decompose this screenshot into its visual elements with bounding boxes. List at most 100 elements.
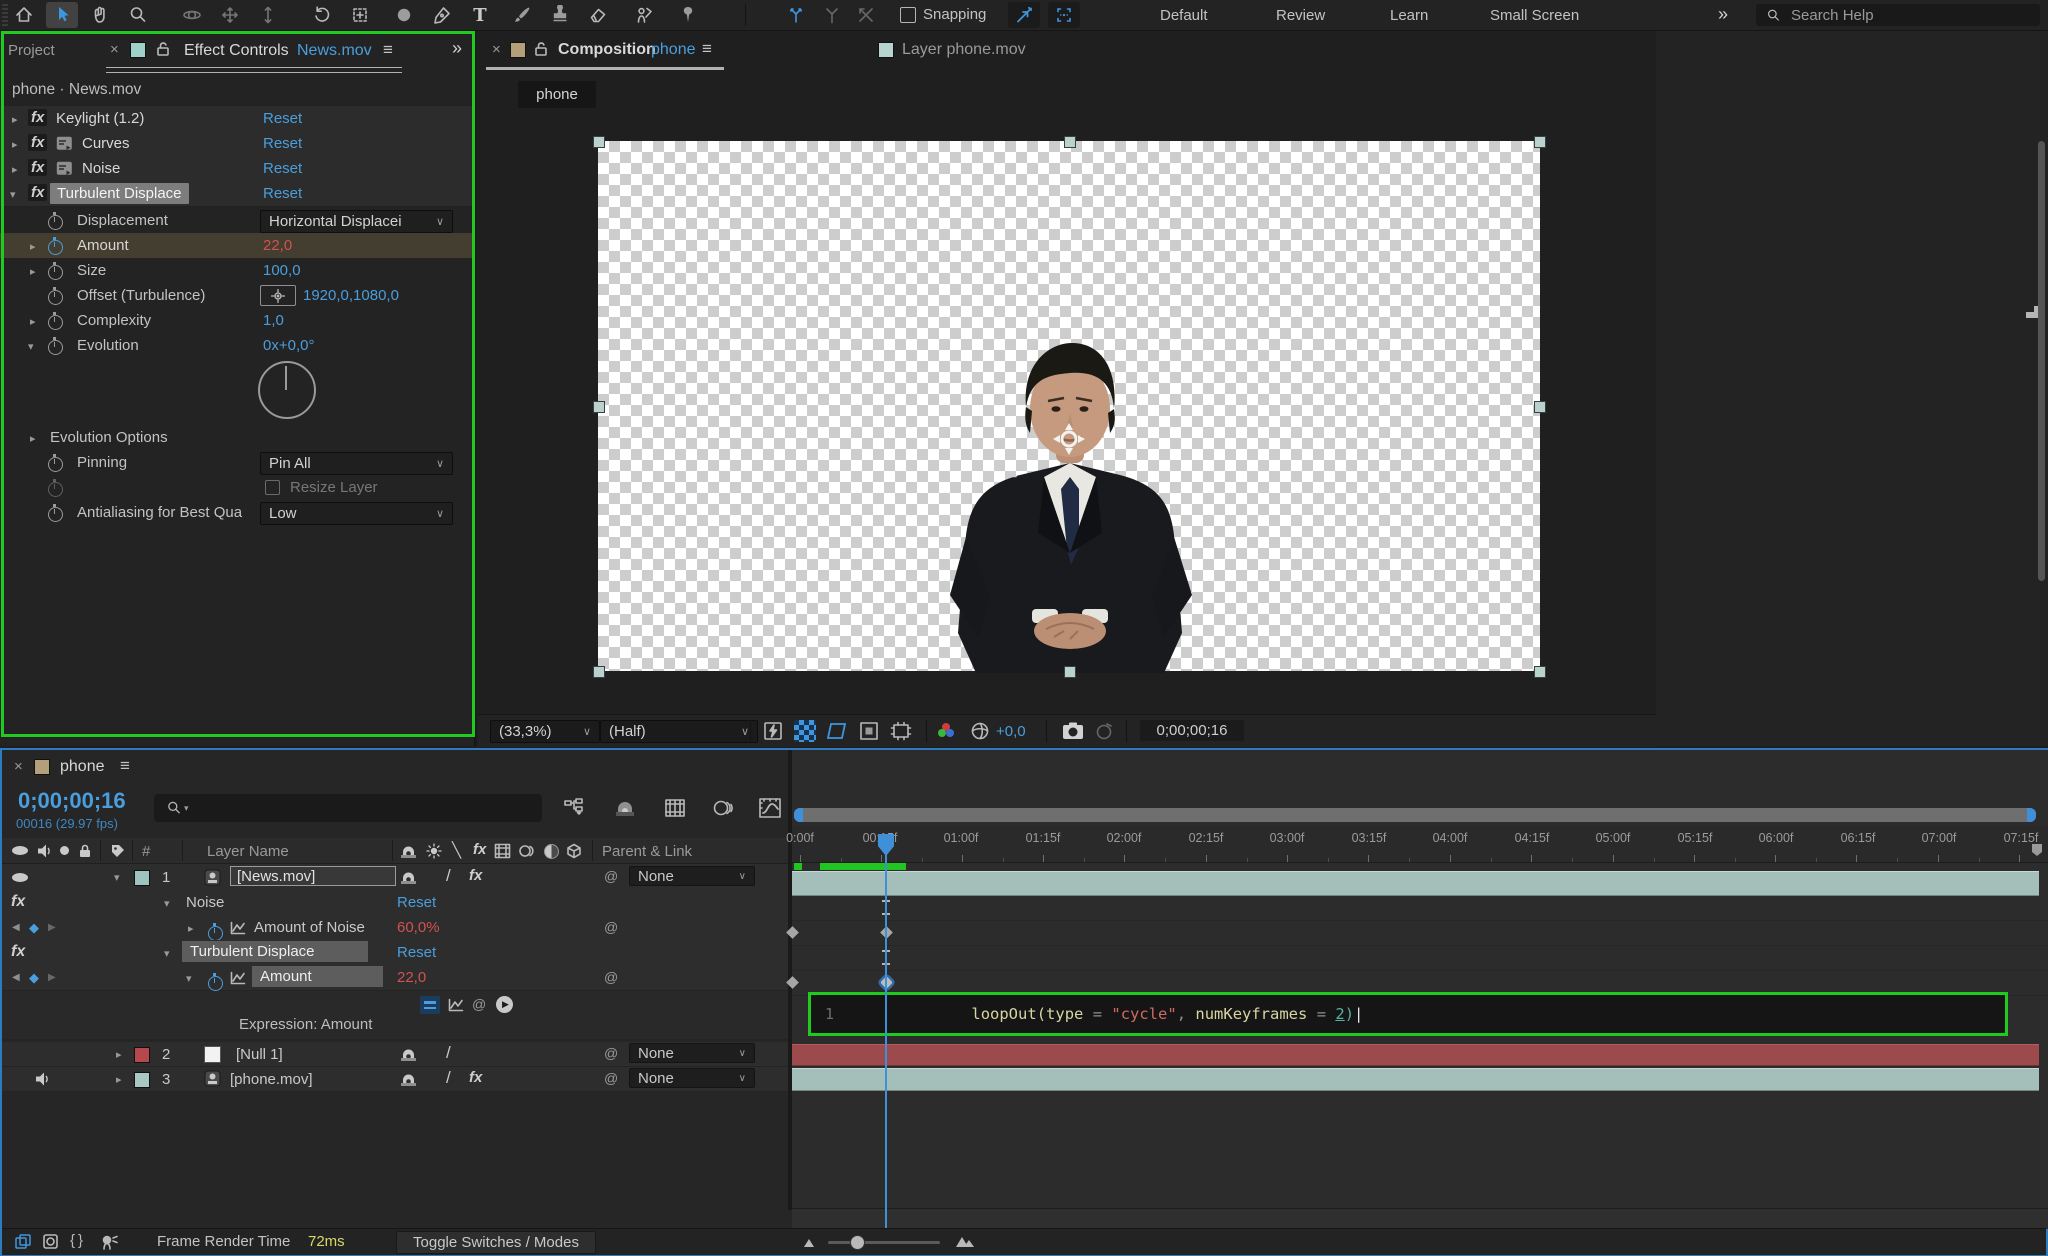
tab-project[interactable]: Project: [8, 42, 55, 59]
layer-bar-null[interactable]: [792, 1044, 2039, 1066]
comp-marker-bin-icon[interactable]: [2030, 842, 2044, 858]
evolution-value[interactable]: 0x+0,0°: [263, 337, 314, 354]
keyframe-at-time-icon[interactable]: ◆: [29, 970, 39, 986]
stopwatch-icon[interactable]: [48, 337, 63, 355]
unlock-icon[interactable]: [534, 41, 548, 57]
effect-collapse-chevron-icon[interactable]: ▾: [164, 897, 170, 910]
tab-composition-label[interactable]: Composition: [558, 41, 656, 59]
layer-row-news[interactable]: ▾ 1 [News.mov] / fx @ None ∨: [2, 864, 788, 891]
audio-column-speaker-icon[interactable]: [36, 843, 52, 859]
stopwatch-icon[interactable]: [48, 504, 63, 522]
time-ruler[interactable]: 0:00f 00:15f 01:00f 01:15f 02:00f 02:15f…: [786, 826, 2048, 863]
channel-rgb-icon[interactable]: [938, 723, 960, 741]
label-column-tag-icon[interactable]: [110, 843, 126, 859]
work-area-end-handle[interactable]: [2027, 808, 2036, 822]
viewer-menu-icon[interactable]: ≡: [702, 39, 712, 59]
workspace-small-screen[interactable]: Small Screen: [1490, 7, 1579, 24]
fx-badge-icon[interactable]: fx: [28, 134, 48, 151]
layer-bar-phone[interactable]: [792, 1068, 2039, 1091]
layer-visibility-eye-icon[interactable]: [12, 873, 28, 882]
effect-collapse-chevron-icon[interactable]: ▾: [164, 947, 170, 960]
graph-editor-icon[interactable]: [758, 797, 782, 819]
evolution-dial[interactable]: [258, 361, 316, 419]
selection-handle[interactable]: [1534, 401, 1546, 413]
anchor-point-icon[interactable]: [1051, 421, 1087, 457]
offset-target-button[interactable]: [260, 285, 296, 306]
mask-visibility-icon[interactable]: [826, 720, 848, 742]
collapse-switch-icon[interactable]: ╲: [452, 841, 461, 859]
home-tool[interactable]: [8, 2, 40, 28]
video-column-eye-icon[interactable]: [12, 846, 28, 855]
timeline-tab-label[interactable]: phone: [60, 758, 105, 776]
toggle-transfer-controls-icon[interactable]: [42, 1233, 60, 1251]
snap-to-feature-button[interactable]: [1008, 2, 1040, 28]
fx-badge-icon[interactable]: fx: [28, 184, 48, 201]
dolly-camera-tool[interactable]: [252, 2, 284, 28]
comp-mini-flowchart-icon[interactable]: [564, 798, 586, 818]
zoom-tool[interactable]: [122, 2, 154, 28]
work-area-start-handle[interactable]: [794, 808, 803, 822]
region-of-interest-icon[interactable]: [858, 720, 880, 742]
expand-chevron-icon[interactable]: ▸: [12, 138, 18, 151]
selection-tool[interactable]: [46, 2, 78, 28]
stopwatch-icon[interactable]: [48, 262, 63, 280]
solo-column-icon[interactable]: [60, 846, 69, 855]
parent-pickwhip-icon[interactable]: @: [604, 1045, 618, 1061]
guides-grid-icon[interactable]: [890, 720, 912, 742]
parent-dropdown[interactable]: None ∨: [629, 1043, 755, 1063]
zoom-out-mountain-icon[interactable]: [802, 1237, 816, 1249]
tab-composition-target[interactable]: phone: [651, 41, 696, 59]
layer-name-editing-box[interactable]: [News.mov]: [230, 866, 396, 886]
composition-breadcrumb[interactable]: phone: [518, 81, 596, 108]
zoom-in-mountains-icon[interactable]: [954, 1235, 976, 1249]
pen-tool[interactable]: [426, 2, 458, 28]
viewer-tab-close-icon[interactable]: ×: [492, 41, 501, 58]
motion-blur-switch-icon[interactable]: [518, 843, 537, 859]
collapse-chevron-icon[interactable]: ▾: [186, 972, 192, 985]
effect-name[interactable]: Noise: [186, 894, 224, 911]
stopwatch-icon[interactable]: [48, 287, 63, 305]
effects-switch[interactable]: fx: [466, 867, 485, 884]
exposure-icon[interactable]: [970, 721, 990, 741]
displacement-dropdown[interactable]: Horizontal Displacei ∨: [260, 210, 453, 233]
clone-stamp-tool[interactable]: [544, 2, 576, 28]
brush-tool[interactable]: [506, 2, 538, 28]
expand-chevron-icon[interactable]: ▸: [12, 113, 18, 126]
frame-blend-switch-icon[interactable]: [494, 843, 511, 859]
effect-name[interactable]: Curves: [82, 135, 130, 152]
rotate-tool[interactable]: [306, 2, 338, 28]
antialiasing-dropdown[interactable]: Low ∨: [260, 502, 453, 525]
show-snapshot-icon[interactable]: [1094, 721, 1114, 741]
snap-options-button[interactable]: [1048, 2, 1080, 28]
selection-handle[interactable]: [1534, 136, 1546, 148]
hand-tool[interactable]: [84, 2, 116, 28]
property-name[interactable]: Amount of Noise: [254, 919, 365, 936]
expand-chevron-icon[interactable]: ▸: [12, 163, 18, 176]
viewer-timecode-box[interactable]: 0;00;00;16: [1140, 720, 1244, 741]
property-name-selected[interactable]: Amount: [252, 966, 383, 987]
tab-project-close-icon[interactable]: ×: [110, 41, 119, 58]
effects-switch[interactable]: fx: [466, 1069, 485, 1086]
property-row-amount[interactable]: ◀ ◆ ▶ ▾ Amount 22,0 @: [2, 965, 788, 991]
zoom-slider-knob[interactable]: [850, 1235, 865, 1250]
quality-switch[interactable]: /: [446, 866, 451, 886]
pinning-dropdown[interactable]: Pin All ∨: [260, 452, 453, 475]
timeline-zoom-slider[interactable]: [828, 1235, 940, 1250]
layer-expand-chevron-icon[interactable]: ▸: [116, 1048, 122, 1061]
shy-switch-icon[interactable]: [400, 1071, 417, 1087]
stopwatch-icon[interactable]: [48, 454, 63, 472]
layer-name[interactable]: [phone.mov]: [230, 1071, 313, 1088]
number-column-header[interactable]: #: [142, 843, 150, 860]
reset-link[interactable]: Reset: [263, 185, 302, 202]
stopwatch-keyframed-icon[interactable]: [48, 237, 63, 255]
timeline-tab-close-icon[interactable]: ×: [14, 758, 23, 775]
effect-name[interactable]: Noise: [82, 160, 120, 177]
world-axis-mode[interactable]: [816, 2, 848, 28]
effect-row-curves[interactable]: ▸ fx Curves Reset: [0, 131, 475, 157]
workspace-overflow-chevron[interactable]: »: [1718, 4, 1728, 25]
graph-toggle-icon[interactable]: [230, 921, 246, 935]
shy-switch-icon[interactable]: [400, 843, 417, 859]
exposure-value[interactable]: +0,0: [996, 723, 1026, 740]
effect-row-noise[interactable]: fx ▾ Noise Reset: [2, 890, 788, 916]
lock-column-icon[interactable]: [78, 843, 92, 859]
